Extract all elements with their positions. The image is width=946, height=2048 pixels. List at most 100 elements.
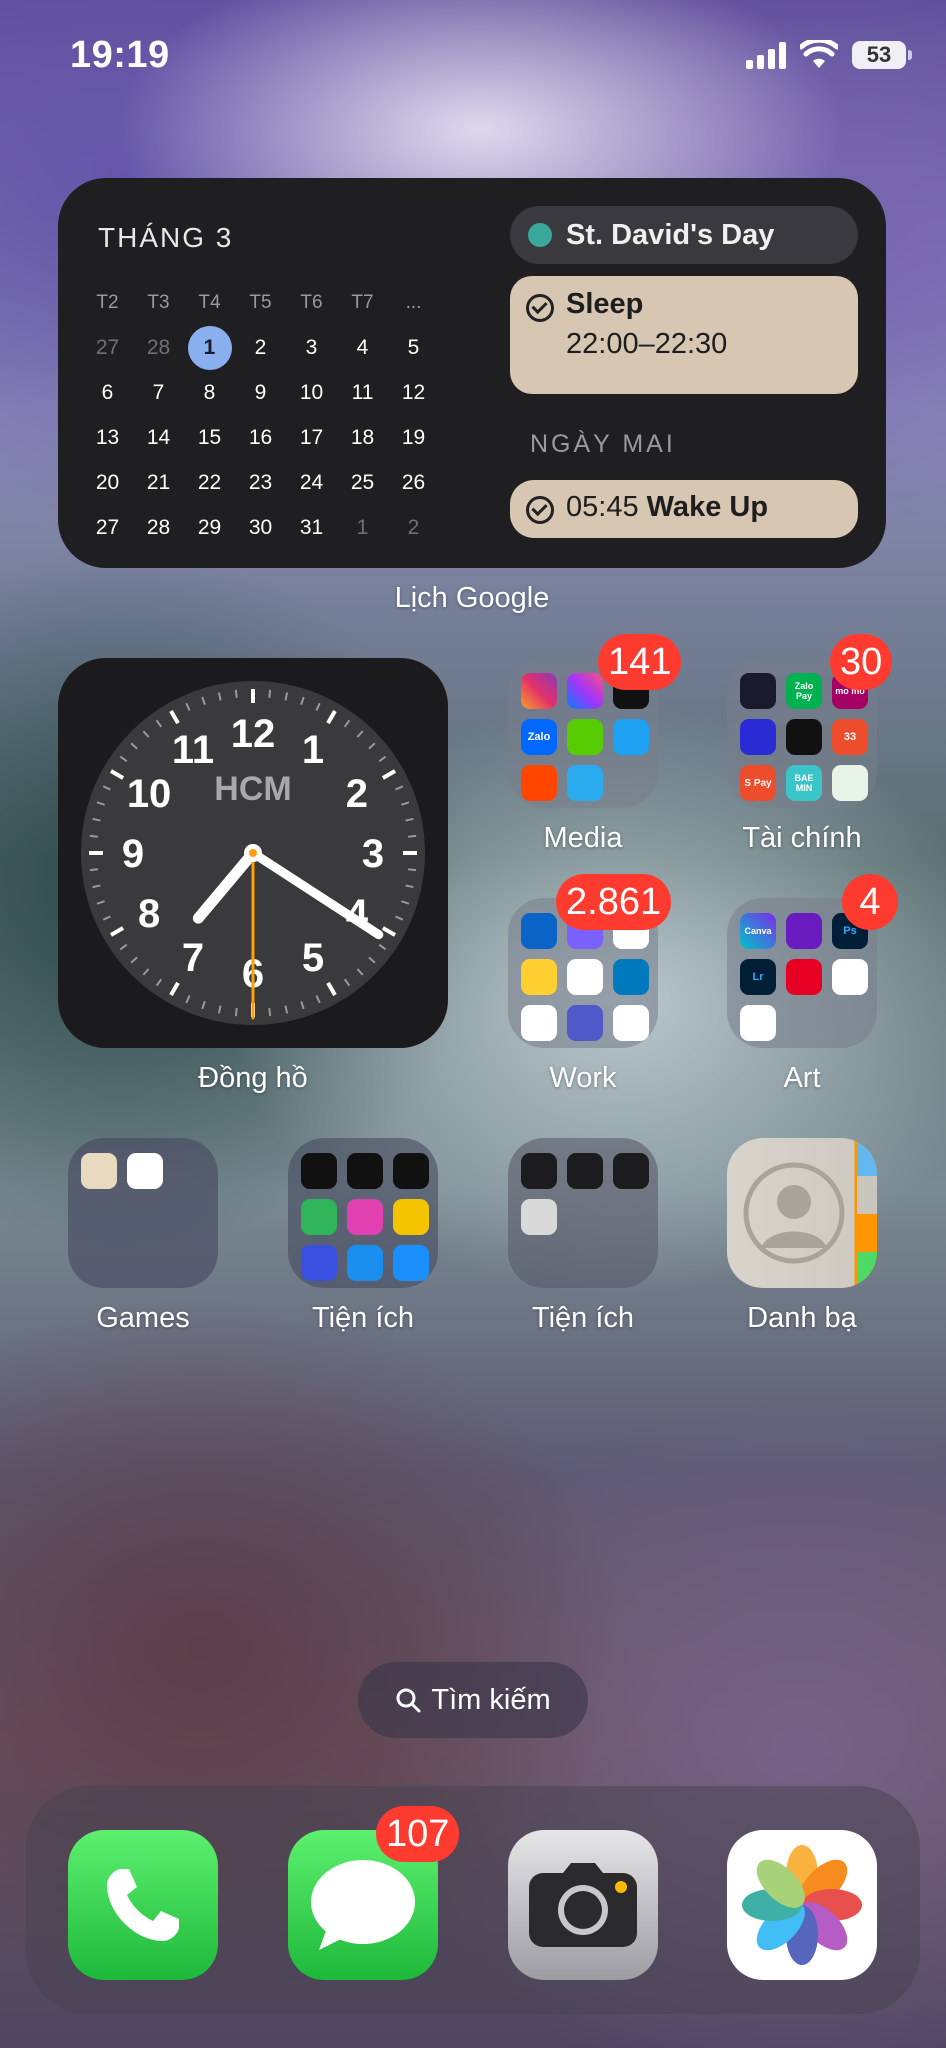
calendar-day: 5 bbox=[407, 335, 420, 359]
calendar-day: 26 bbox=[401, 470, 426, 494]
battery-icon: 53 bbox=[852, 41, 912, 69]
calendar-day: 31 bbox=[299, 515, 324, 539]
analog-clock-face: 121234567891011 HCM bbox=[81, 681, 425, 1025]
clock-number: 1 bbox=[302, 728, 324, 772]
weekday: T4 bbox=[198, 291, 221, 313]
contacts-app[interactable] bbox=[727, 1138, 877, 1288]
canva-icon: Canva bbox=[740, 913, 776, 949]
watch-icon bbox=[347, 1153, 383, 1189]
clock-number: 10 bbox=[127, 772, 172, 816]
clock-minute-tick bbox=[234, 689, 238, 698]
compass-icon bbox=[567, 1153, 603, 1189]
calendar-day: 28 bbox=[146, 515, 171, 539]
tips-icon bbox=[393, 1199, 429, 1235]
event-title: Wake Up bbox=[646, 491, 769, 523]
photos-app[interactable] bbox=[727, 1830, 877, 1980]
phone-app[interactable] bbox=[68, 1830, 218, 1980]
calendar-day: 1 bbox=[356, 515, 369, 539]
calendar-day: 27 bbox=[95, 515, 120, 539]
calendar-day: 24 bbox=[299, 470, 324, 494]
trello-icon bbox=[613, 959, 649, 995]
calendar-weekday-row: T2 T3 T4 T5 T6 T7 ... bbox=[82, 280, 442, 325]
calendar-day: 23 bbox=[248, 470, 273, 494]
calendar-day: 3 bbox=[305, 335, 318, 359]
calendar-week: 6 7 8 9 10 11 12 bbox=[82, 370, 442, 415]
camera-icon bbox=[529, 1863, 637, 1947]
app-icon bbox=[393, 1245, 429, 1281]
measure-icon bbox=[613, 1153, 649, 1189]
calendar-week: 20 21 22 23 24 25 26 bbox=[82, 460, 442, 505]
folder-games[interactable] bbox=[68, 1138, 218, 1288]
event-time: 05:45 bbox=[566, 491, 639, 523]
baemin-icon: BAE MIN bbox=[786, 765, 822, 801]
phone-icon bbox=[107, 1869, 179, 1941]
calendar-day: 10 bbox=[299, 380, 324, 404]
calendar-day: 4 bbox=[356, 335, 369, 359]
art-badge: 4 bbox=[842, 874, 898, 930]
calendar-day: 14 bbox=[146, 425, 171, 449]
calendar-day: 15 bbox=[197, 425, 222, 449]
sparkle-app-icon bbox=[740, 719, 776, 755]
calendar-widget[interactable]: THÁNG 3 T2 T3 T4 T5 T6 T7 ... 27 28 1 2 … bbox=[58, 178, 886, 568]
miro-icon bbox=[521, 959, 557, 995]
contacts-tab bbox=[857, 1252, 877, 1288]
event-time: 22:00–22:30 bbox=[566, 328, 728, 360]
gmail-icon bbox=[567, 959, 603, 995]
heart-app-icon bbox=[740, 1005, 776, 1041]
calendar-day: 27 bbox=[95, 335, 120, 359]
search-label: Tìm kiếm bbox=[431, 1683, 551, 1716]
pinterest-icon bbox=[786, 959, 822, 995]
weekday: T3 bbox=[147, 291, 170, 313]
calendar-day: 12 bbox=[401, 380, 426, 404]
event-sleep[interactable]: Sleep 22:00–22:30 bbox=[510, 276, 858, 394]
clock-number: 12 bbox=[231, 712, 276, 756]
shopeepay-icon: S Pay bbox=[740, 765, 776, 801]
clock-number: 8 bbox=[138, 892, 160, 936]
event-title: Sleep bbox=[566, 288, 644, 320]
work-badge: 2.861 bbox=[556, 874, 672, 930]
calendar-day: 13 bbox=[95, 425, 120, 449]
cellular-signal-icon bbox=[746, 41, 786, 69]
calendar-day: 19 bbox=[401, 425, 426, 449]
calendar-day: 9 bbox=[254, 380, 267, 404]
itunes-store-icon bbox=[347, 1199, 383, 1235]
files-icon bbox=[347, 1245, 383, 1281]
app-store-icon bbox=[301, 1153, 337, 1189]
weekday: ... bbox=[405, 291, 422, 313]
contacts-tab bbox=[857, 1176, 877, 1214]
folder-label: Media bbox=[543, 822, 623, 854]
contacts-tab bbox=[857, 1138, 877, 1176]
folder-utilities-2[interactable] bbox=[508, 1138, 658, 1288]
message-bubble-icon bbox=[311, 1860, 415, 1950]
clock-minute-tick bbox=[408, 834, 417, 838]
google-maps-icon bbox=[613, 1005, 649, 1041]
wifi-icon bbox=[800, 40, 838, 68]
folder-utilities[interactable] bbox=[288, 1138, 438, 1288]
shortcuts-icon bbox=[301, 1245, 337, 1281]
weekday: T2 bbox=[96, 291, 119, 313]
weekday: T6 bbox=[300, 291, 323, 313]
fitness-icon bbox=[393, 1153, 429, 1189]
clock-number: 9 bbox=[122, 832, 144, 876]
clock-minute-tick bbox=[234, 1008, 238, 1017]
calendar-month: THÁNG 3 bbox=[98, 222, 234, 253]
event-st-davids-day[interactable]: St. David's Day bbox=[510, 206, 858, 264]
spotlight-search-button[interactable]: Tìm kiếm bbox=[358, 1662, 588, 1738]
tomorrow-label: NGÀY MAI bbox=[530, 430, 676, 458]
camera-app[interactable] bbox=[508, 1830, 658, 1980]
calendar-day: 17 bbox=[299, 425, 324, 449]
clock-widget[interactable]: 121234567891011 HCM bbox=[58, 658, 448, 1048]
event-color-dot bbox=[528, 223, 552, 247]
calendar-day: 29 bbox=[197, 515, 222, 539]
zalopay-icon: Zalo Pay bbox=[786, 673, 822, 709]
clock-widget-label: Đồng hồ bbox=[198, 1062, 308, 1094]
clock-minute-tick bbox=[268, 1008, 272, 1017]
photos-flower-icon bbox=[742, 1845, 862, 1965]
task-check-icon bbox=[526, 294, 554, 322]
event-wake-up[interactable]: 05:45 Wake Up bbox=[510, 480, 858, 538]
event-text: 05:45 Wake Up bbox=[566, 491, 768, 524]
folder-label: Tiện ích bbox=[531, 1302, 635, 1334]
clock-city: HCM bbox=[214, 770, 291, 808]
clock-number: 2 bbox=[346, 772, 368, 816]
clock-number: 5 bbox=[302, 936, 324, 980]
